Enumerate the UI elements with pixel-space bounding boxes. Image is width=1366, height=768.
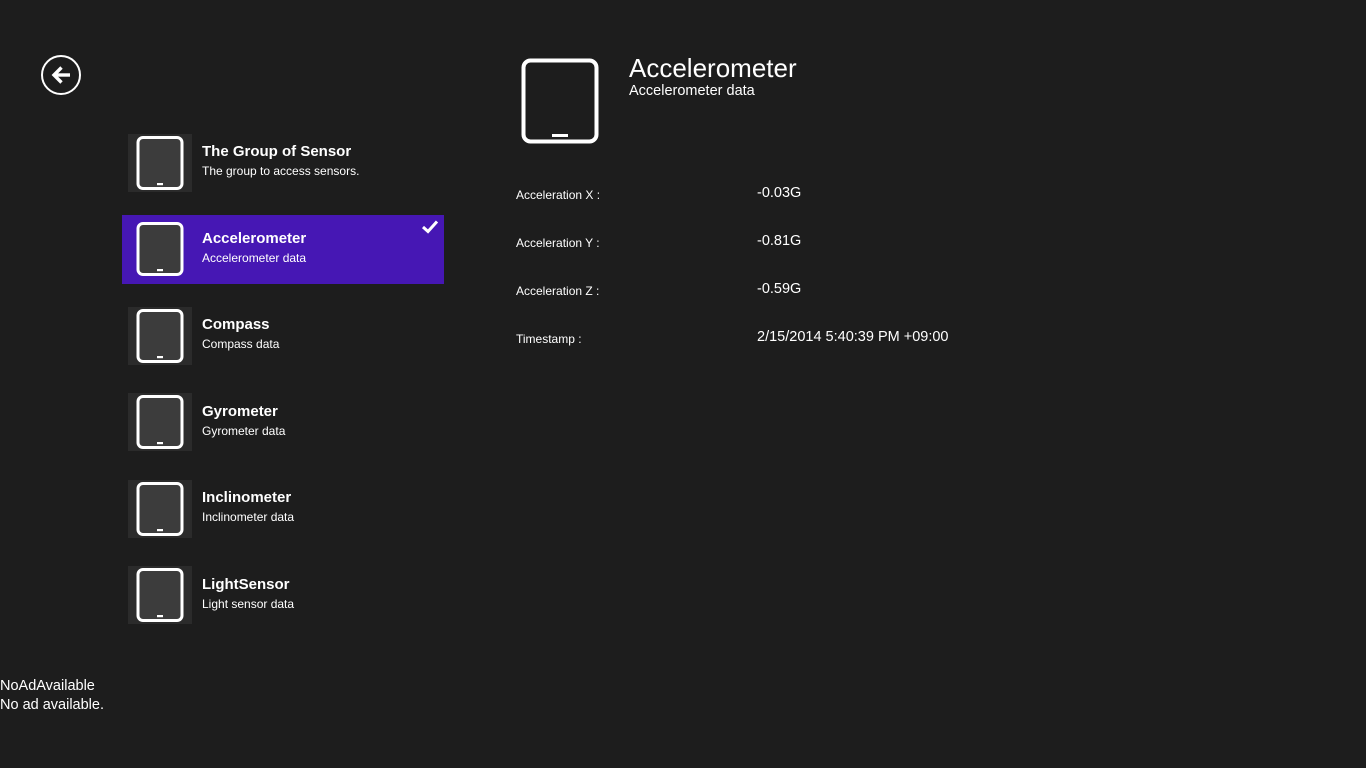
sensor-tile <box>128 220 192 278</box>
sensor-tile <box>128 133 192 192</box>
sensor-item-inclinometer[interactable]: Inclinometer Inclinometer data <box>122 474 444 543</box>
detail-title: Accelerometer <box>629 53 797 83</box>
sensor-item-gyrometer[interactable]: Gyrometer Gyrometer data <box>122 388 444 457</box>
sensor-desc: Light sensor data <box>202 596 295 611</box>
reading-value: -0.03G <box>757 185 802 201</box>
sensor-desc: Compass data <box>202 337 280 351</box>
sensor-text: The Group of Sensor The group to access … <box>202 142 359 179</box>
tablet-icon <box>521 58 599 144</box>
sensor-text: Inclinometer Inclinometer data <box>202 488 294 525</box>
ad-title: NoAdAvailable <box>0 678 95 694</box>
sensor-desc: Inclinometer data <box>202 510 295 524</box>
reading-value: 2/15/2014 5:40:39 PM +09:00 <box>757 329 949 345</box>
sensor-tile <box>128 566 192 624</box>
sensor-desc: The group to access sensors. <box>202 164 360 178</box>
sensor-tile <box>128 306 192 365</box>
sensor-tile <box>128 393 192 451</box>
checkmark-icon <box>421 219 439 234</box>
sensor-item-lightsensor[interactable]: LightSensor Light sensor data <box>122 561 444 630</box>
sensor-name: Gyrometer <box>202 402 278 420</box>
tablet-icon <box>136 222 184 276</box>
sensor-text: Gyrometer Gyrometer data <box>202 402 285 439</box>
arrow-left-icon <box>51 66 70 84</box>
sensor-text: Compass Compass data <box>202 315 279 352</box>
ad-banner[interactable]: NoAdAvailable No ad available. <box>0 677 104 715</box>
app-page: The Group of Sensor The group to access … <box>0 0 1366 768</box>
sensor-item-compass[interactable]: Compass Compass data <box>122 301 444 370</box>
tablet-icon <box>136 395 184 449</box>
detail-subtitle: Accelerometer data <box>629 83 755 99</box>
sensor-list: The Group of Sensor The group to access … <box>122 128 444 647</box>
sensor-text: LightSensor Light sensor data <box>202 575 294 612</box>
back-button[interactable] <box>41 55 81 95</box>
tablet-icon <box>136 568 184 622</box>
tablet-icon <box>136 135 184 190</box>
sensor-text: Accelerometer Accelerometer data <box>202 229 306 266</box>
reading-label: Acceleration Z : <box>516 284 600 298</box>
reading-value: -0.59G <box>757 281 802 297</box>
reading-label: Acceleration Y : <box>516 236 600 250</box>
sensor-name: LightSensor <box>202 575 290 593</box>
sensor-name: Compass <box>202 316 270 333</box>
reading-value: -0.81G <box>757 233 802 249</box>
sensor-name: Accelerometer <box>202 229 307 247</box>
sensor-tile <box>128 479 192 538</box>
tablet-icon <box>136 308 184 363</box>
sensor-item-group[interactable]: The Group of Sensor The group to access … <box>122 128 444 197</box>
ad-message: No ad available. <box>0 697 104 713</box>
sensor-item-accelerometer[interactable]: Accelerometer Accelerometer data <box>122 214 444 284</box>
tablet-icon <box>136 481 184 536</box>
sensor-name: The Group of Sensor <box>202 143 352 160</box>
sensor-desc: Gyrometer data <box>202 423 286 438</box>
reading-label: Acceleration X : <box>516 188 601 202</box>
reading-label: Timestamp : <box>516 332 582 346</box>
sensor-desc: Accelerometer data <box>202 250 307 265</box>
sensor-name: Inclinometer <box>202 489 292 506</box>
